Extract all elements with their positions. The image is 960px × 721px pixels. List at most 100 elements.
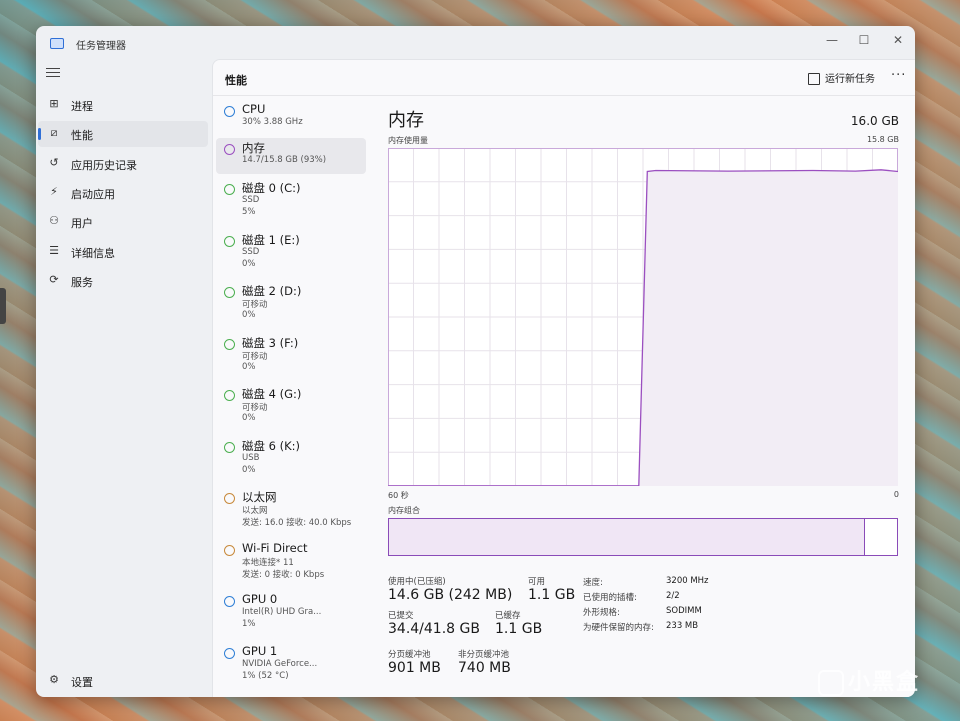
perf-item-detail: NVIDIA GeForce...	[242, 659, 318, 669]
perf-item-0[interactable]: CPU 30% 3.88 GHz	[216, 100, 366, 136]
nav-item-label: 服务	[71, 276, 93, 289]
in-use-label: 使用中(已压缩)	[388, 577, 446, 587]
users-icon: ⚇	[49, 214, 59, 227]
perf-item-3[interactable]: 磁盘 1 (E:) SSD 0%	[216, 230, 366, 278]
close-button[interactable]: ✕	[883, 30, 913, 50]
memory-usage-graph	[388, 148, 898, 486]
history-icon: ↺	[49, 156, 59, 169]
perf-item-name: 磁盘 2 (D:)	[242, 284, 302, 298]
perf-item-7[interactable]: 磁盘 6 (K:) USB 0%	[216, 436, 366, 484]
more-options-button[interactable]: ···	[891, 68, 906, 83]
memory-capacity: 16.0 GB	[850, 114, 899, 128]
perf-status-dot-icon	[224, 287, 235, 298]
performance-list: CPU 30% 3.88 GHz 内存 14.7/15.8 GB (93%) 磁盘 0 …	[213, 96, 368, 697]
perf-item-detail: USB	[242, 453, 260, 463]
spec-form-factor-label: 外形规格:	[583, 608, 620, 618]
run-task-icon	[808, 73, 820, 85]
usage-graph-label: 内存使用量	[388, 136, 428, 145]
watermark-logo-icon	[818, 670, 844, 696]
memory-composition-used	[389, 519, 865, 555]
spec-speed-label: 速度:	[583, 578, 603, 588]
processes-icon: ⊞	[49, 97, 59, 110]
perf-status-dot-icon	[224, 390, 235, 401]
page-title: 性能	[225, 74, 247, 87]
perf-status-dot-icon	[224, 144, 235, 155]
run-new-task-button[interactable]: 运行新任务	[808, 70, 875, 88]
perf-item-name: Wi-Fi Direct	[242, 541, 308, 555]
committed-value: 34.4/41.8 GB	[388, 621, 480, 637]
run-task-label: 运行新任务	[825, 74, 875, 85]
perf-item-10[interactable]: GPU 0 Intel(R) UHD Gra... 1%	[216, 590, 366, 638]
perf-item-detail: 0%	[242, 465, 256, 475]
memory-composition-bar	[388, 518, 898, 556]
memory-detail: 内存 16.0 GB 内存使用量 15.8 GB 60 秒 0 内存组合 使用中…	[388, 96, 903, 696]
spec-reserved-value: 233 MB	[666, 621, 699, 631]
perf-item-detail: 5%	[242, 207, 256, 217]
perf-item-8[interactable]: 以太网 以太网 发送: 16.0 接收: 40.0 Kbps	[216, 487, 366, 535]
perf-item-name: 磁盘 4 (G:)	[242, 387, 302, 401]
perf-item-11[interactable]: GPU 1 NVIDIA GeForce... 1% (52 °C)	[216, 642, 366, 690]
perf-item-name: 内存	[242, 141, 265, 155]
performance-icon: ⧄	[50, 126, 58, 139]
perf-item-detail: 发送: 16.0 接收: 40.0 Kbps	[242, 518, 352, 528]
perf-item-detail: 可移动	[242, 300, 268, 310]
perf-item-detail: Intel(R) UHD Gra...	[242, 607, 322, 617]
spec-slots-label: 已使用的插槽:	[583, 593, 637, 603]
details-icon: ☰	[49, 244, 59, 257]
spec-slots-value: 2/2	[666, 591, 680, 601]
gear-icon: ⚙	[49, 673, 59, 686]
perf-status-dot-icon	[224, 545, 235, 556]
perf-status-dot-icon	[224, 493, 235, 504]
services-icon: ⟳	[49, 273, 59, 286]
nav-item-1[interactable]: ⧄ 性能	[38, 121, 208, 147]
cached-value: 1.1 GB	[495, 621, 543, 637]
perf-item-detail: 1%	[242, 619, 256, 629]
nonpaged-pool-value: 740 MB	[458, 660, 511, 676]
perf-status-dot-icon	[224, 596, 235, 607]
perf-item-5[interactable]: 磁盘 3 (F:) 可移动 0%	[216, 333, 366, 381]
perf-item-name: CPU	[242, 102, 266, 116]
perf-item-4[interactable]: 磁盘 2 (D:) 可移动 0%	[216, 281, 366, 329]
perf-item-name: 磁盘 6 (K:)	[242, 439, 301, 453]
perf-status-dot-icon	[224, 184, 235, 195]
perf-item-9[interactable]: Wi-Fi Direct 本地连接* 11 发送: 0 接收: 0 Kbps	[216, 539, 366, 587]
task-manager-app-icon	[50, 38, 64, 49]
perf-item-detail: 0%	[242, 362, 256, 372]
nav-item-label: 应用历史记录	[71, 159, 137, 172]
committed-label: 已提交	[388, 611, 414, 621]
perf-item-detail: 可移动	[242, 403, 268, 413]
minimize-button[interactable]: —	[817, 30, 847, 50]
perf-item-detail: 1% (52 °C)	[242, 671, 289, 681]
perf-item-6[interactable]: 磁盘 4 (G:) 可移动 0%	[216, 384, 366, 432]
nav-item-2[interactable]: ↺ 应用历史记录	[38, 151, 208, 177]
watermark: 小黑盒	[818, 664, 920, 696]
screen-edge-tab	[0, 288, 6, 324]
available-value: 1.1 GB	[528, 587, 576, 603]
nav-item-4[interactable]: ⚇ 用户	[38, 209, 208, 235]
paged-pool-label: 分页缓冲池	[388, 650, 431, 660]
perf-item-name: 以太网	[242, 490, 277, 504]
perf-item-2[interactable]: 磁盘 0 (C:) SSD 5%	[216, 178, 366, 226]
spec-reserved-label: 为硬件保留的内存:	[583, 623, 654, 633]
maximize-button[interactable]: ☐	[849, 30, 879, 50]
paged-pool-value: 901 MB	[388, 660, 441, 676]
perf-item-detail: 0%	[242, 259, 256, 269]
nav-item-label: 性能	[71, 129, 93, 142]
settings-nav-item[interactable]: ⚙ 设置	[38, 668, 208, 692]
main-header: 性能 运行新任务 ···	[213, 60, 915, 96]
nav-item-label: 详细信息	[71, 247, 115, 260]
perf-item-1[interactable]: 内存 14.7/15.8 GB (93%)	[216, 138, 366, 174]
perf-item-name: 磁盘 1 (E:)	[242, 233, 300, 247]
perf-item-detail: 发送: 0 接收: 0 Kbps	[242, 570, 325, 580]
nav-item-6[interactable]: ⟳ 服务	[38, 268, 208, 294]
hamburger-menu-icon[interactable]	[46, 68, 60, 78]
usage-graph-max: 15.8 GB	[866, 135, 899, 144]
perf-item-name: GPU 1	[242, 644, 278, 658]
perf-item-detail: 可移动	[242, 352, 268, 362]
nav-item-5[interactable]: ☰ 详细信息	[38, 239, 208, 265]
perf-item-detail: 以太网	[242, 506, 268, 516]
nav-item-3[interactable]: ⚡ 启动应用	[38, 180, 208, 206]
in-use-value: 14.6 GB (242 MB)	[388, 587, 513, 603]
nav-item-0[interactable]: ⊞ 进程	[38, 92, 208, 118]
composition-label: 内存组合	[388, 506, 420, 515]
